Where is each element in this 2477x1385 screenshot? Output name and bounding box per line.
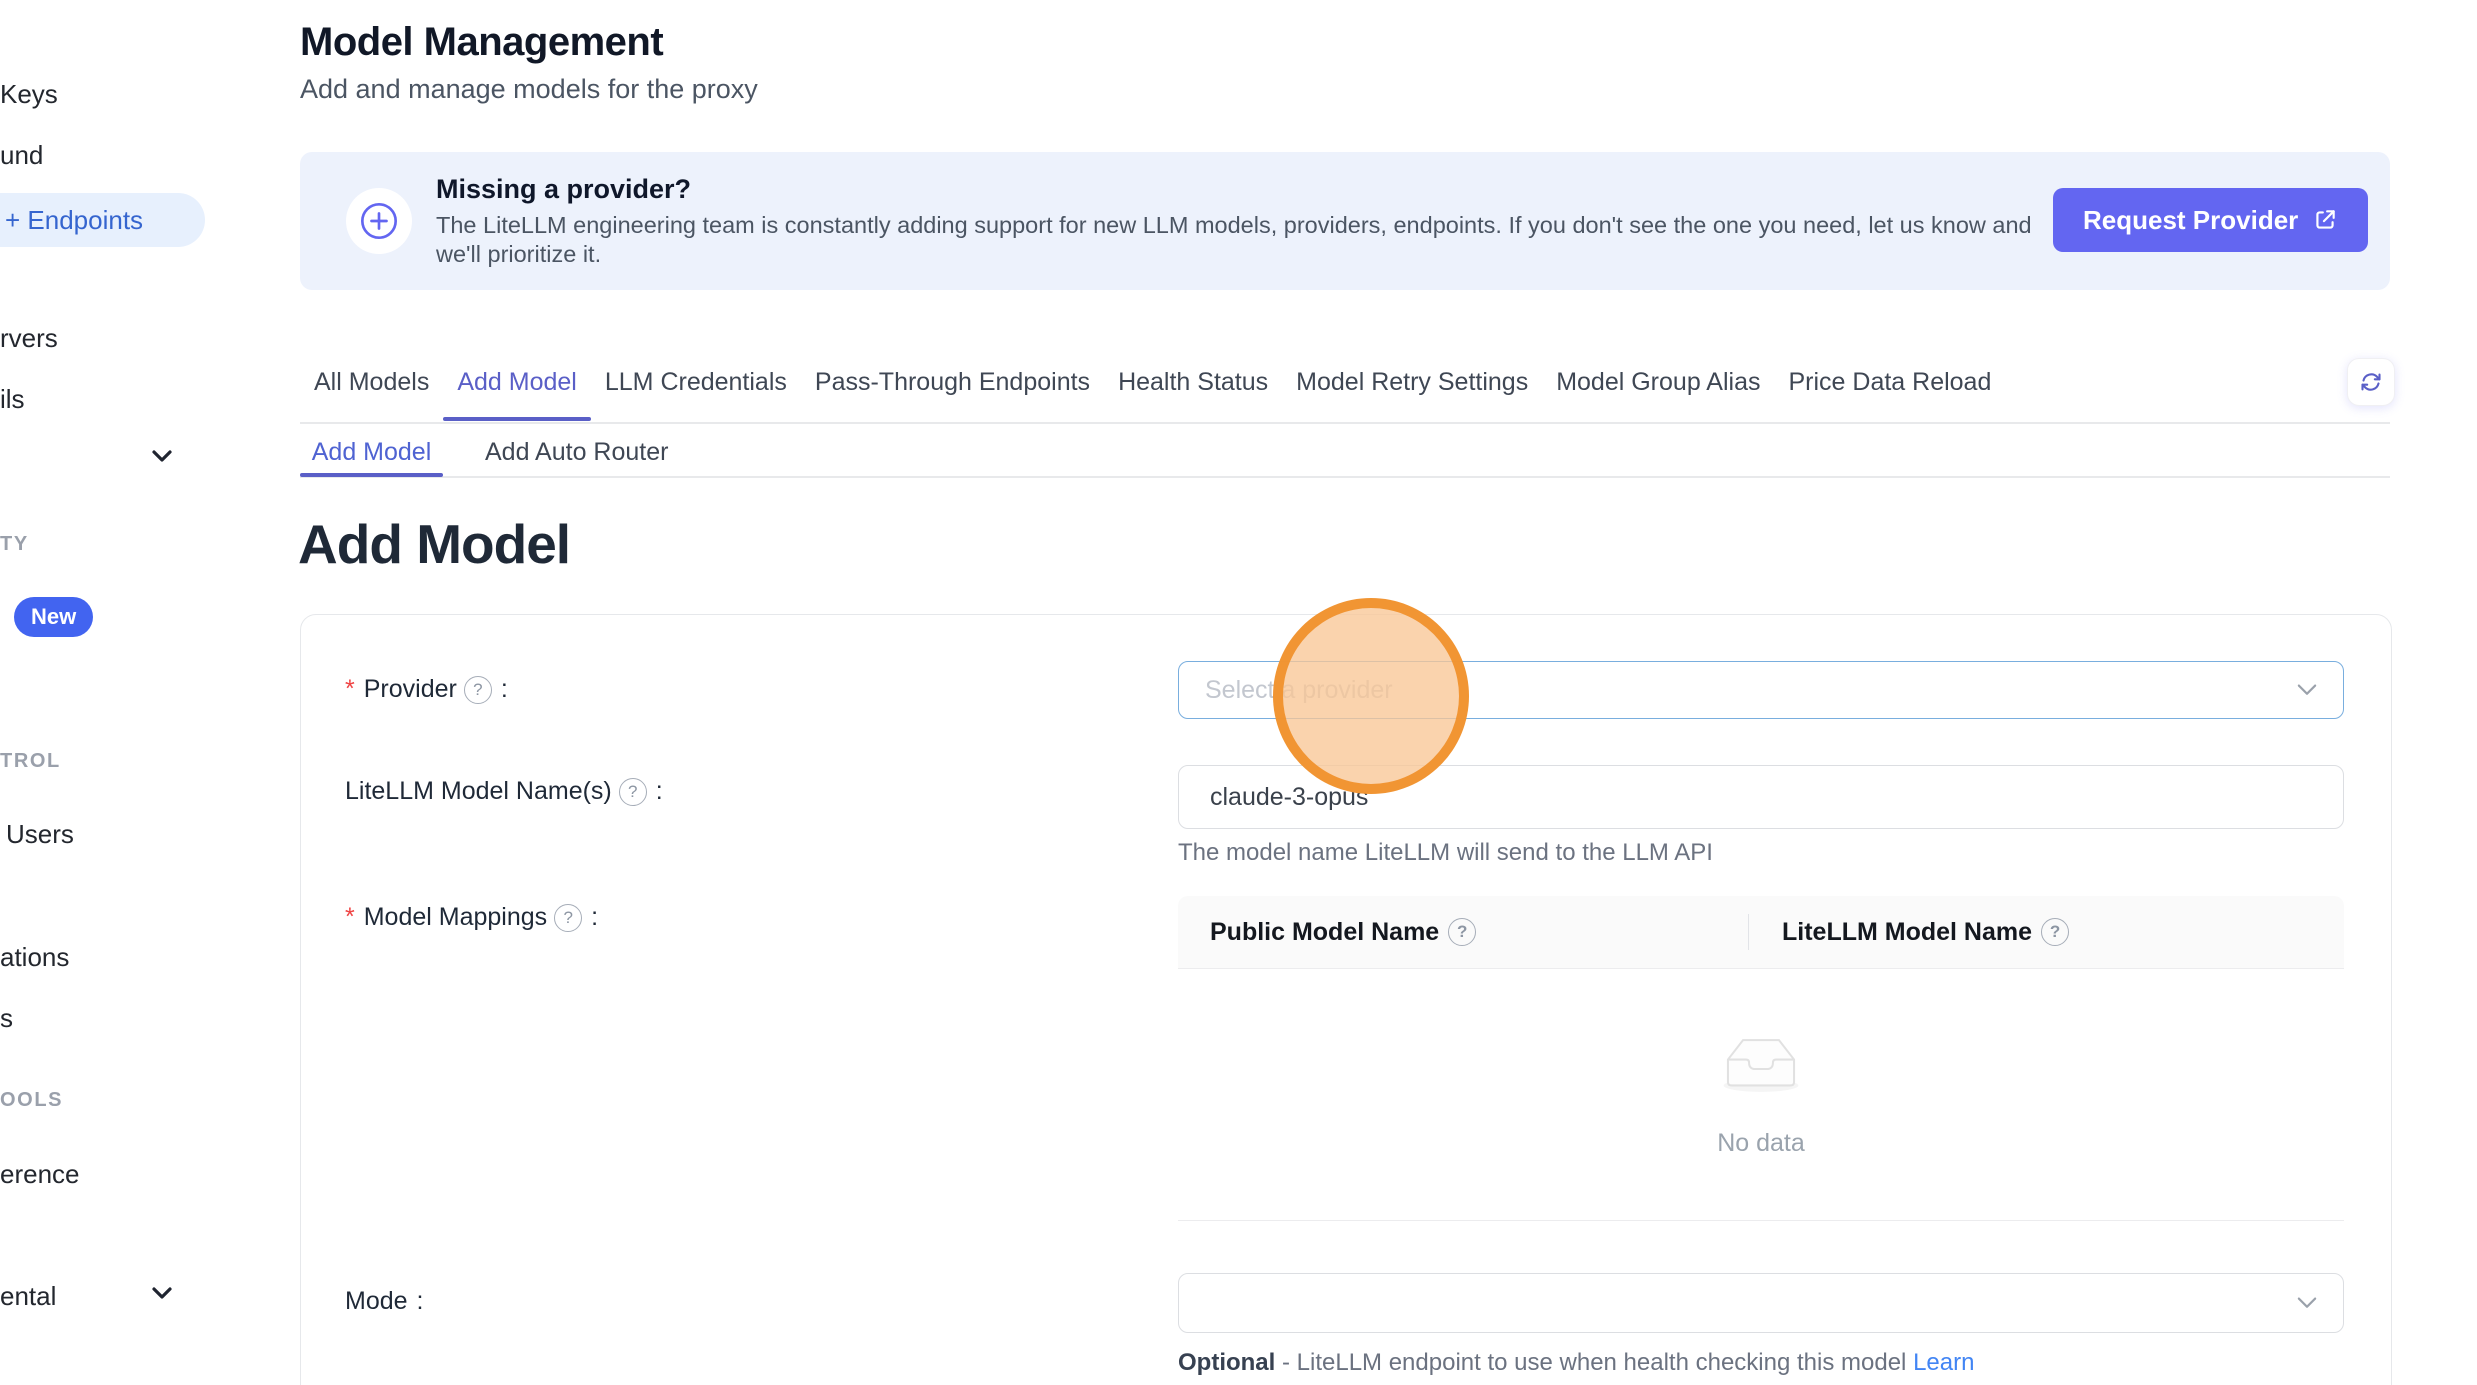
model-name-help: The model name LiteLLM will send to the … xyxy=(1178,839,1713,867)
sidebar: Keys und + Endpoints rvers ils TY New TR… xyxy=(0,0,260,1385)
sidebar-item-organizations[interactable]: ations xyxy=(0,942,69,973)
label-colon: : xyxy=(417,1287,424,1316)
sidebar-section-header: TY xyxy=(0,533,29,556)
subtab-add-model[interactable]: Add Model xyxy=(300,438,443,467)
mode-help-optional: Optional xyxy=(1178,1349,1275,1376)
mappings-table-header: Public Model Name ? LiteLLM Model Name ? xyxy=(1178,896,2344,969)
plus-circle-icon xyxy=(346,188,412,254)
page-title: Model Management xyxy=(300,20,663,65)
provider-label-text: Provider xyxy=(364,675,457,704)
sidebar-section-access-control: TROL xyxy=(0,750,61,773)
external-link-icon xyxy=(2312,207,2338,233)
model-name-input[interactable] xyxy=(1178,765,2344,829)
column-label: LiteLLM Model Name xyxy=(1782,918,2032,947)
sidebar-item-users[interactable]: Users xyxy=(6,819,74,850)
add-model-heading: Add Model xyxy=(298,512,570,576)
provider-select-placeholder: Select a provider xyxy=(1205,676,2297,705)
sidebar-item-experimental[interactable]: ental xyxy=(0,1281,56,1312)
sidebar-item-servers[interactable]: rvers xyxy=(0,323,58,354)
help-icon[interactable]: ? xyxy=(554,904,582,932)
required-marker: * xyxy=(345,903,355,932)
empty-inbox-icon xyxy=(1715,1025,1807,1097)
sidebar-collapsed-item[interactable] xyxy=(150,448,174,469)
label-colon: : xyxy=(591,903,598,932)
subtabs-divider xyxy=(300,476,2390,478)
tab-price-data-reload[interactable]: Price Data Reload xyxy=(1774,365,2005,419)
app-root: Keys und + Endpoints rvers ils TY New TR… xyxy=(0,0,2477,1385)
help-icon[interactable]: ? xyxy=(1448,918,1476,946)
sidebar-item-guardrails[interactable]: ils xyxy=(0,384,25,415)
sidebar-item-playground[interactable]: und xyxy=(0,140,43,171)
mode-help-text: - LiteLLM endpoint to use when health ch… xyxy=(1282,1349,1906,1376)
provider-banner: Missing a provider? The LiteLLM engineer… xyxy=(300,152,2390,290)
model-mappings-label-text: Model Mappings xyxy=(364,903,547,932)
mappings-table-empty-body: No data xyxy=(1178,969,2344,1221)
tab-model-group-alias[interactable]: Model Group Alias xyxy=(1542,365,1774,419)
label-colon: : xyxy=(501,675,508,704)
sync-icon xyxy=(2359,370,2383,394)
tab-all-models[interactable]: All Models xyxy=(300,365,443,419)
tab-llm-credentials[interactable]: LLM Credentials xyxy=(591,365,801,419)
model-mappings-table: Public Model Name ? LiteLLM Model Name ?… xyxy=(1178,896,2344,1221)
sidebar-experimental-chevron[interactable] xyxy=(150,1285,174,1306)
label-colon: : xyxy=(656,777,663,806)
sidebar-item-models-endpoints[interactable]: + Endpoints xyxy=(0,193,205,247)
header-divider xyxy=(1748,914,1749,950)
chevron-down-icon xyxy=(2297,1296,2317,1310)
model-name-label: LiteLLM Model Name(s) ? : xyxy=(345,777,663,806)
add-model-form-card: * Provider ? : Select a provider LiteLLM… xyxy=(300,614,2392,1385)
sidebar-item-api-reference[interactable]: erence xyxy=(0,1159,80,1190)
mode-select[interactable] xyxy=(1178,1273,2344,1333)
chevron-down-icon xyxy=(150,1285,174,1301)
sidebar-item-teams[interactable]: s xyxy=(0,1003,13,1034)
refresh-button[interactable] xyxy=(2347,358,2395,406)
sidebar-item-label: + Endpoints xyxy=(5,205,143,235)
column-label: Public Model Name xyxy=(1210,918,1439,947)
sidebar-new-badge-item[interactable]: New xyxy=(14,597,93,637)
no-data-text: No data xyxy=(1178,1129,2344,1158)
tab-pass-through-endpoints[interactable]: Pass-Through Endpoints xyxy=(801,365,1104,419)
help-icon[interactable]: ? xyxy=(619,778,647,806)
sidebar-section-tools: OOLS xyxy=(0,1089,63,1112)
model-mappings-label: * Model Mappings ? : xyxy=(345,903,598,932)
model-name-label-text: LiteLLM Model Name(s) xyxy=(345,777,612,806)
chevron-down-icon xyxy=(150,448,174,464)
subtab-add-auto-router[interactable]: Add Auto Router xyxy=(485,438,668,467)
model-tabs: All Models Add Model LLM Credentials Pas… xyxy=(300,365,2005,419)
provider-select[interactable]: Select a provider xyxy=(1178,661,2344,719)
column-public-model-name: Public Model Name ? xyxy=(1178,918,1748,947)
sidebar-item-keys[interactable]: Keys xyxy=(0,79,58,110)
banner-title: Missing a provider? xyxy=(436,174,691,205)
tab-add-model[interactable]: Add Model xyxy=(443,365,591,419)
learn-more-link[interactable]: Learn xyxy=(1913,1349,1974,1376)
page-subtitle: Add and manage models for the proxy xyxy=(300,74,758,105)
mode-label-text: Mode xyxy=(345,1287,408,1316)
help-icon[interactable]: ? xyxy=(464,676,492,704)
new-badge: New xyxy=(14,597,93,637)
mode-help: Optional - LiteLLM endpoint to use when … xyxy=(1178,1349,1974,1377)
subtab-active-underline xyxy=(300,473,443,477)
tabs-divider xyxy=(300,422,2390,424)
provider-label: * Provider ? : xyxy=(345,675,508,704)
column-litellm-model-name: LiteLLM Model Name ? xyxy=(1748,918,2344,947)
request-provider-label: Request Provider xyxy=(2083,205,2298,236)
tab-model-retry-settings[interactable]: Model Retry Settings xyxy=(1282,365,1542,419)
tab-health-status[interactable]: Health Status xyxy=(1104,365,1282,419)
banner-body: The LiteLLM engineering team is constant… xyxy=(436,211,2056,269)
mode-label: Mode : xyxy=(345,1287,424,1316)
chevron-down-icon xyxy=(2297,683,2317,697)
required-marker: * xyxy=(345,675,355,704)
request-provider-button[interactable]: Request Provider xyxy=(2053,188,2368,252)
help-icon[interactable]: ? xyxy=(2041,918,2069,946)
